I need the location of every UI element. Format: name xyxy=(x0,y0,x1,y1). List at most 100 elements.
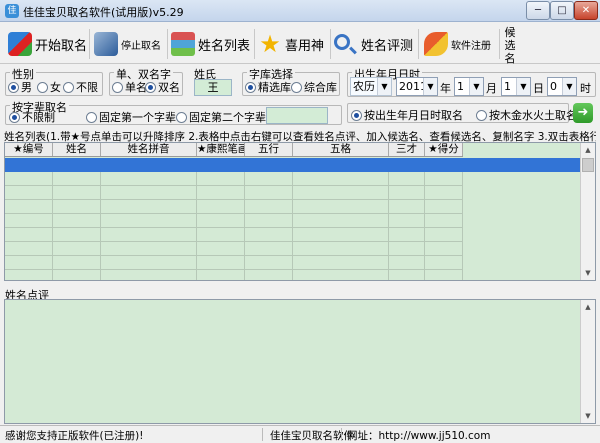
day-unit: 日 xyxy=(533,82,544,95)
generation-char-input[interactable] xyxy=(266,107,328,124)
calendar-select[interactable]: 农历 ▼ xyxy=(350,77,392,96)
radio-indicator xyxy=(476,109,487,121)
table-cell xyxy=(5,270,53,280)
table-row[interactable] xyxy=(5,186,581,200)
table-cell xyxy=(425,158,463,172)
radio-indicator xyxy=(291,81,302,93)
scroll-down-icon[interactable]: ▼ xyxy=(581,409,595,423)
table-row[interactable] xyxy=(5,214,581,228)
single-name-radio[interactable]: 单名 xyxy=(112,79,147,95)
toolbar-separator xyxy=(499,29,500,59)
table-cell xyxy=(197,214,245,228)
radio-label: 固定第一个字辈 xyxy=(99,111,176,124)
month-value: 1 xyxy=(457,80,464,93)
start-naming-button[interactable]: 开始取名 xyxy=(8,27,87,61)
start-naming-icon xyxy=(8,32,32,56)
table-cell xyxy=(245,172,293,186)
double-name-radio[interactable]: 双名 xyxy=(145,79,180,95)
list-scrollbar[interactable]: ▲ ▼ xyxy=(580,143,595,280)
column-header-number[interactable]: ★编号 xyxy=(5,143,53,156)
status-separator xyxy=(341,428,342,441)
stop-naming-label: 停止取名 xyxy=(121,40,161,52)
name-comment-area[interactable]: ▲ ▼ xyxy=(4,299,596,424)
radio-indicator xyxy=(176,111,187,123)
year-select[interactable]: 2011 ▼ xyxy=(396,77,438,96)
go-arrow-button[interactable]: ➜ xyxy=(573,103,593,123)
library-curated-radio[interactable]: 精选库 xyxy=(245,79,291,95)
month-select[interactable]: 1 ▼ xyxy=(454,77,484,96)
table-row[interactable] xyxy=(5,270,581,280)
table-cell xyxy=(5,228,53,242)
table-row[interactable] xyxy=(5,228,581,242)
scroll-down-icon[interactable]: ▼ xyxy=(581,266,595,280)
stop-naming-button[interactable]: 停止取名 xyxy=(94,27,164,61)
close-button[interactable]: ✕ xyxy=(574,1,598,20)
hour-select[interactable]: 0 ▼ xyxy=(547,77,577,96)
table-row[interactable] xyxy=(5,242,581,256)
stop-naming-icon xyxy=(94,32,118,56)
maximize-button[interactable]: □ xyxy=(550,1,574,20)
gender-male-radio[interactable]: 男 xyxy=(8,79,32,95)
table-cell xyxy=(389,158,425,172)
register-button[interactable]: 软件注册 xyxy=(424,27,498,61)
radio-label: 固定第二个字辈 xyxy=(189,111,266,124)
table-cell xyxy=(197,270,245,280)
radio-label: 不限 xyxy=(76,81,98,94)
chevron-down-icon: ▼ xyxy=(562,78,576,95)
scroll-up-icon[interactable]: ▲ xyxy=(581,143,595,157)
method-elements-radio[interactable]: 按木金水火土取名 xyxy=(476,107,577,123)
name-list-table[interactable]: ★编号 姓名 姓名拼音 ★康熙笔画 五行 五格 三才 ★得分 ▲ ▼ xyxy=(4,142,596,281)
generation-second-radio[interactable]: 固定第二个字辈 xyxy=(176,109,266,125)
radio-indicator xyxy=(8,81,19,93)
table-cell xyxy=(5,242,53,256)
table-cell xyxy=(53,270,101,280)
status-separator xyxy=(262,428,263,441)
name-list-button[interactable]: 姓名列表 xyxy=(171,27,251,61)
surname-input[interactable]: 王 xyxy=(194,79,232,96)
table-row[interactable] xyxy=(5,158,581,172)
column-header-score[interactable]: ★得分 xyxy=(425,143,463,156)
table-row[interactable] xyxy=(5,200,581,214)
gender-female-radio[interactable]: 女 xyxy=(37,79,61,95)
table-cell xyxy=(293,270,389,280)
table-cell xyxy=(389,228,425,242)
table-cell xyxy=(5,186,53,200)
name-review-label: 姓名评测 xyxy=(361,38,414,54)
table-cell xyxy=(245,200,293,214)
table-cell xyxy=(425,186,463,200)
comment-scrollbar[interactable]: ▲ ▼ xyxy=(580,300,595,423)
table-cell xyxy=(101,256,197,270)
generation-none-radio[interactable]: 不限制 xyxy=(9,109,55,125)
table-cell xyxy=(293,242,389,256)
table-cell xyxy=(5,172,53,186)
candidate-names-button[interactable]: 候选名 xyxy=(503,26,517,65)
generation-first-radio[interactable]: 固定第一个字辈 xyxy=(86,109,176,125)
table-row[interactable] xyxy=(5,256,581,270)
table-cell xyxy=(425,172,463,186)
library-full-radio[interactable]: 综合库 xyxy=(291,79,337,95)
chevron-down-icon: ▼ xyxy=(423,78,437,95)
column-header-strokes[interactable]: ★康熙笔画 xyxy=(197,143,245,156)
table-cell xyxy=(389,214,425,228)
hour-value: 0 xyxy=(550,80,557,93)
method-birth-radio[interactable]: 按出生年月日时取名 xyxy=(351,107,463,123)
scroll-thumb[interactable] xyxy=(582,158,594,172)
table-cell xyxy=(293,172,389,186)
table-cell xyxy=(245,228,293,242)
radio-indicator xyxy=(145,81,156,93)
gender-any-radio[interactable]: 不限 xyxy=(63,79,98,95)
xiyongshen-button[interactable]: ★ 喜用神 xyxy=(258,27,326,61)
column-header-wuge: 五格 xyxy=(293,143,389,156)
chevron-down-icon: ▼ xyxy=(516,78,530,95)
radio-label: 按出生年月日时取名 xyxy=(364,109,463,122)
app-icon: 佳 xyxy=(5,4,19,18)
toolbar-separator xyxy=(418,29,419,59)
table-cell xyxy=(53,186,101,200)
table-row[interactable] xyxy=(5,172,581,186)
table-cell xyxy=(245,242,293,256)
scroll-up-icon[interactable]: ▲ xyxy=(581,300,595,314)
day-select[interactable]: 1 ▼ xyxy=(501,77,531,96)
name-review-button[interactable]: 姓名评测 xyxy=(334,27,414,61)
minimize-button[interactable]: ─ xyxy=(526,1,550,20)
radio-label: 单名 xyxy=(125,81,147,94)
